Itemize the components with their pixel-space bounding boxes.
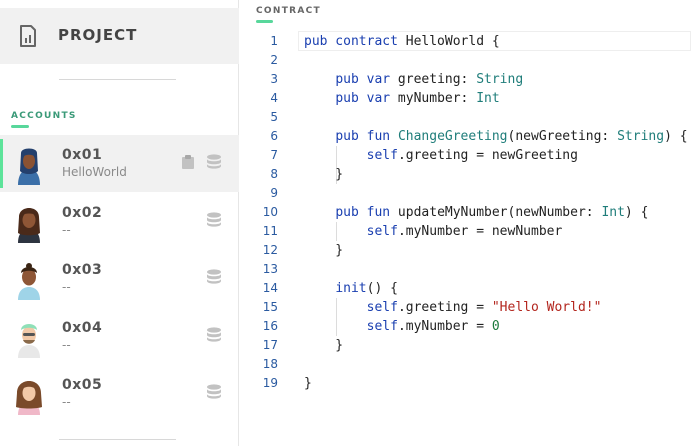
code-line: 16 self.myNumber = 0: [240, 317, 691, 336]
line-number: 6: [270, 129, 278, 143]
document-chart-icon: [20, 25, 36, 47]
code-line: 10 pub fun updateMyNumber(newNumber: Int…: [240, 203, 691, 222]
code-line: 19}: [240, 374, 691, 393]
avatar: [18, 324, 40, 358]
account-contract: --: [62, 280, 71, 294]
code-text: }: [304, 243, 344, 258]
clipboard-icon[interactable]: [182, 155, 194, 169]
code-line: 2: [240, 51, 691, 70]
accounts-label: ACCOUNTS: [11, 111, 77, 121]
code-text: pub fun updateMyNumber(newNumber: Int) {: [335, 205, 649, 220]
divider: [59, 439, 176, 440]
account-address: 0x01: [62, 147, 103, 163]
code-text: pub fun ChangeGreeting(newGreeting: Stri…: [335, 129, 688, 144]
account-item-0x02[interactable]: 0x02 --: [0, 193, 239, 250]
code-line: 6 pub fun ChangeGreeting(newGreeting: St…: [240, 127, 691, 146]
line-number: 14: [262, 281, 278, 295]
line-number: 1: [270, 34, 278, 48]
line-number: 5: [270, 110, 278, 124]
line-number: 10: [262, 205, 278, 219]
active-indicator: [0, 139, 3, 188]
code-area[interactable]: 1 pub contract HelloWorld { 2 3 pub var g…: [240, 32, 691, 393]
database-icon[interactable]: [207, 269, 221, 284]
database-icon[interactable]: [207, 212, 221, 227]
code-text: pub var greeting: String: [335, 72, 524, 87]
code-text: pub var myNumber: Int: [335, 91, 500, 106]
code-text: self.greeting = newGreeting: [366, 148, 578, 163]
project-title: PROJECT: [58, 26, 138, 44]
account-contract: --: [62, 223, 71, 237]
code-line: 7 self.greeting = newGreeting: [240, 146, 691, 165]
code-line: 12 }: [240, 241, 691, 260]
account-item-0x03[interactable]: 0x03 --: [0, 250, 239, 307]
sidebar: PROJECT ACCOUNTS 0x01 HelloWorld 0x02 --…: [0, 0, 239, 446]
line-number: 16: [262, 319, 278, 333]
code-editor[interactable]: CONTRACT 1 pub contract HelloWorld { 2 3 …: [240, 0, 691, 446]
line-number: 18: [262, 357, 278, 371]
line-number: 12: [262, 243, 278, 257]
editor-label: CONTRACT: [256, 6, 321, 16]
code-line: 3 pub var greeting: String: [240, 70, 691, 89]
editor-label-underline: [256, 20, 273, 23]
line-number: 19: [262, 376, 278, 390]
database-icon[interactable]: [207, 327, 221, 342]
code-line: 4 pub var myNumber: Int: [240, 89, 691, 108]
divider: [59, 79, 176, 80]
account-item-0x05[interactable]: 0x05 --: [0, 365, 239, 422]
code-line: 17 }: [240, 336, 691, 355]
project-header[interactable]: PROJECT: [0, 8, 239, 64]
account-address: 0x02: [62, 205, 103, 221]
avatar: [18, 148, 40, 185]
avatar: [16, 381, 42, 415]
line-number: 4: [270, 91, 278, 105]
code-text: }: [304, 167, 344, 182]
code-line: 8 }: [240, 165, 691, 184]
account-address: 0x03: [62, 262, 103, 278]
account-contract: --: [62, 338, 71, 352]
account-contract: HelloWorld: [62, 165, 127, 179]
code-line: 11 self.myNumber = newNumber: [240, 222, 691, 241]
code-line: 15 self.greeting = "Hello World!": [240, 298, 691, 317]
line-number: 9: [270, 186, 278, 200]
code-text: self.myNumber = 0: [366, 319, 500, 334]
account-item-0x04[interactable]: 0x04 --: [0, 308, 239, 365]
database-icon[interactable]: [207, 384, 221, 399]
line-number: 13: [262, 262, 278, 276]
line-number: 15: [262, 300, 278, 314]
database-icon[interactable]: [207, 154, 221, 169]
account-contract: --: [62, 395, 71, 409]
code-line: 14 init() {: [240, 279, 691, 298]
line-number: 8: [270, 167, 278, 181]
code-text: }: [304, 338, 344, 353]
code-line: 18: [240, 355, 691, 374]
avatar: [18, 208, 40, 243]
account-address: 0x05: [62, 377, 103, 393]
accounts-underline: [11, 125, 29, 128]
code-text: init() {: [335, 281, 398, 296]
line-number: 3: [270, 72, 278, 86]
account-address: 0x04: [62, 320, 103, 336]
line-number: 2: [270, 53, 278, 67]
code-line: 5: [240, 108, 691, 127]
account-item-0x01[interactable]: 0x01 HelloWorld: [0, 135, 239, 192]
code-text: }: [304, 376, 312, 391]
code-text: pub contract HelloWorld {: [304, 34, 500, 49]
avatar: [18, 263, 40, 300]
code-text: self.greeting = "Hello World!": [366, 300, 602, 315]
line-number: 17: [262, 338, 278, 352]
code-line: 9: [240, 184, 691, 203]
code-line: 13: [240, 260, 691, 279]
code-text: self.myNumber = newNumber: [366, 224, 563, 239]
line-number: 7: [270, 148, 278, 162]
code-line: 1 pub contract HelloWorld {: [240, 32, 691, 51]
line-number: 11: [262, 224, 278, 238]
